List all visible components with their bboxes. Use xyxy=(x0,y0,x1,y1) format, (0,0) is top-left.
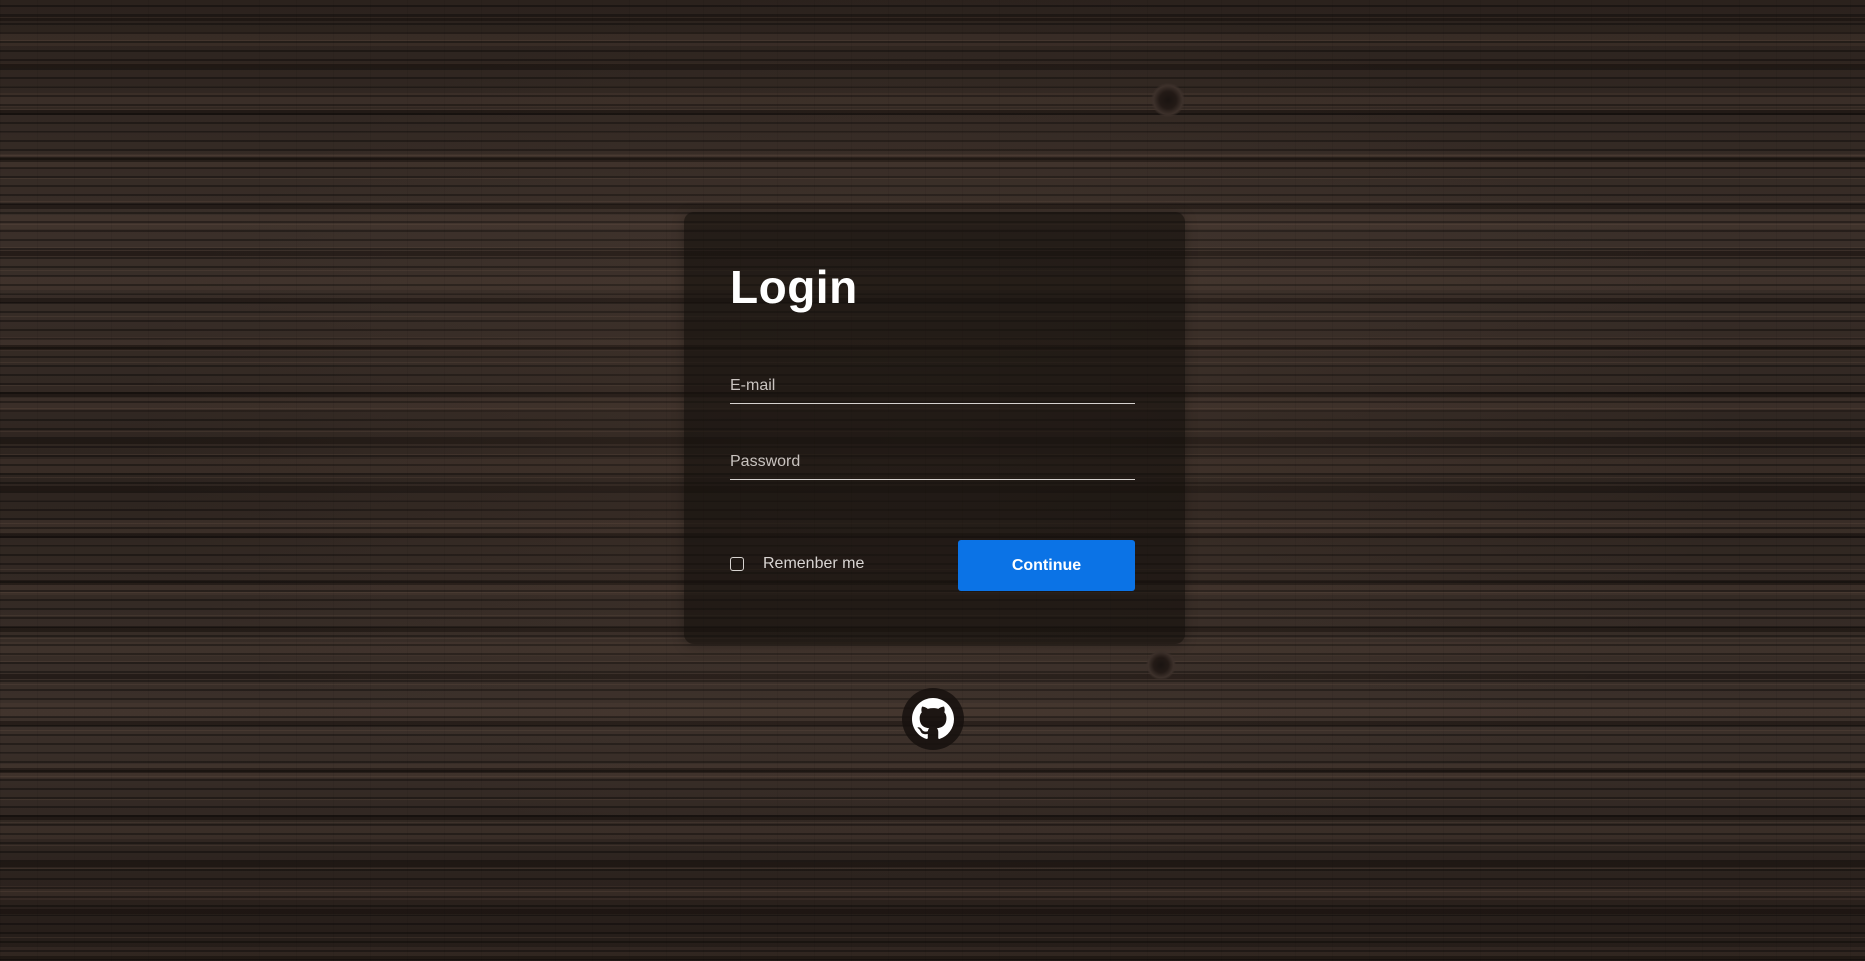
github-link[interactable] xyxy=(902,688,964,750)
login-title: Login xyxy=(730,261,858,313)
github-icon xyxy=(912,698,954,739)
login-card: Login Remenber me Continue xyxy=(684,212,1185,644)
continue-button[interactable]: Continue xyxy=(958,540,1135,591)
nail-head xyxy=(1146,650,1176,680)
remember-me[interactable]: Remenber me xyxy=(730,555,864,573)
password-field[interactable] xyxy=(730,444,1135,480)
email-field[interactable] xyxy=(730,368,1135,404)
nail-head xyxy=(1151,83,1185,117)
remember-label: Remenber me xyxy=(763,555,865,572)
remember-checkbox[interactable] xyxy=(730,557,744,571)
